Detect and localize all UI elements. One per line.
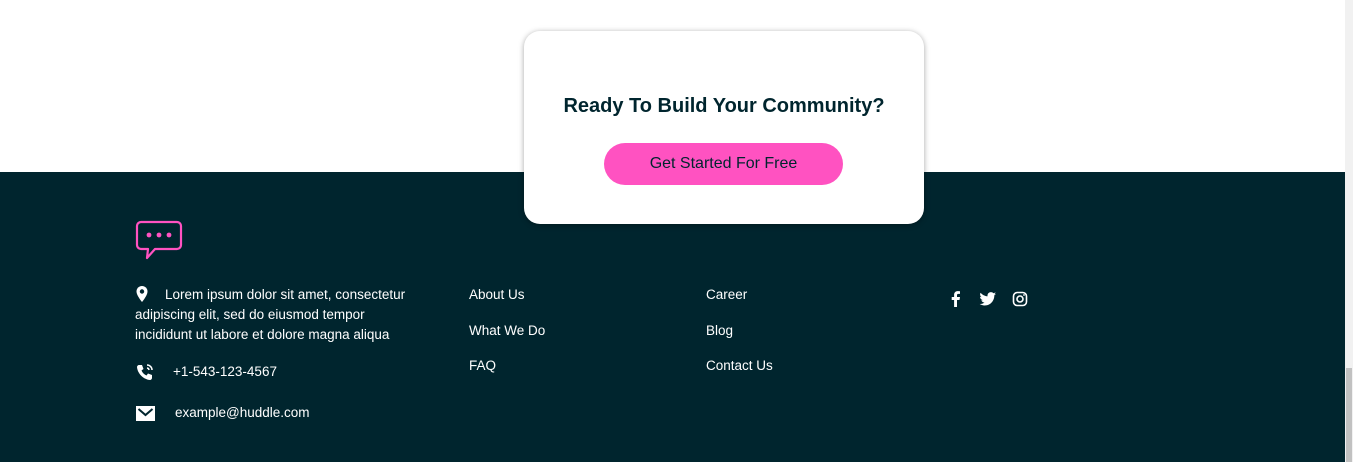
- get-started-button[interactable]: Get Started For Free: [604, 143, 843, 185]
- footer-link-career[interactable]: Career: [706, 286, 773, 304]
- scrollbar-thumb[interactable]: [1346, 368, 1352, 462]
- cta-title: Ready To Build Your Community?: [563, 95, 885, 117]
- address-row: Lorem ipsum dolor sit amet, consectetur …: [135, 285, 425, 345]
- email-row: example@huddle.com: [135, 403, 310, 423]
- address-text: Lorem ipsum dolor sit amet, consectetur …: [135, 287, 406, 342]
- phone-icon: [137, 364, 153, 380]
- mail-icon: [136, 406, 155, 421]
- footer-link-blog[interactable]: Blog: [706, 322, 773, 340]
- footer-link-about-us[interactable]: About Us: [469, 286, 545, 304]
- footer-links-secondary: Career Blog Contact Us: [706, 286, 773, 393]
- vertical-scrollbar[interactable]: [1345, 0, 1353, 462]
- facebook-icon[interactable]: [947, 290, 965, 308]
- page: Lorem ipsum dolor sit amet, consectetur …: [0, 0, 1353, 462]
- location-pin-icon: [136, 286, 148, 302]
- footer-links-primary: About Us What We Do FAQ: [469, 286, 545, 393]
- phone-row: +1-543-123-4567: [135, 362, 277, 382]
- twitter-icon[interactable]: [979, 290, 997, 308]
- footer-link-faq[interactable]: FAQ: [469, 357, 545, 375]
- email-address: example@huddle.com: [175, 405, 310, 420]
- footer-link-contact-us[interactable]: Contact Us: [706, 357, 773, 375]
- phone-number: +1-543-123-4567: [173, 364, 277, 379]
- chat-logo-icon: [135, 220, 183, 260]
- footer-link-what-we-do[interactable]: What We Do: [469, 322, 545, 340]
- social-links: [947, 290, 1029, 308]
- cta-card: Ready To Build Your Community? Get Start…: [524, 31, 924, 224]
- instagram-icon[interactable]: [1011, 290, 1029, 308]
